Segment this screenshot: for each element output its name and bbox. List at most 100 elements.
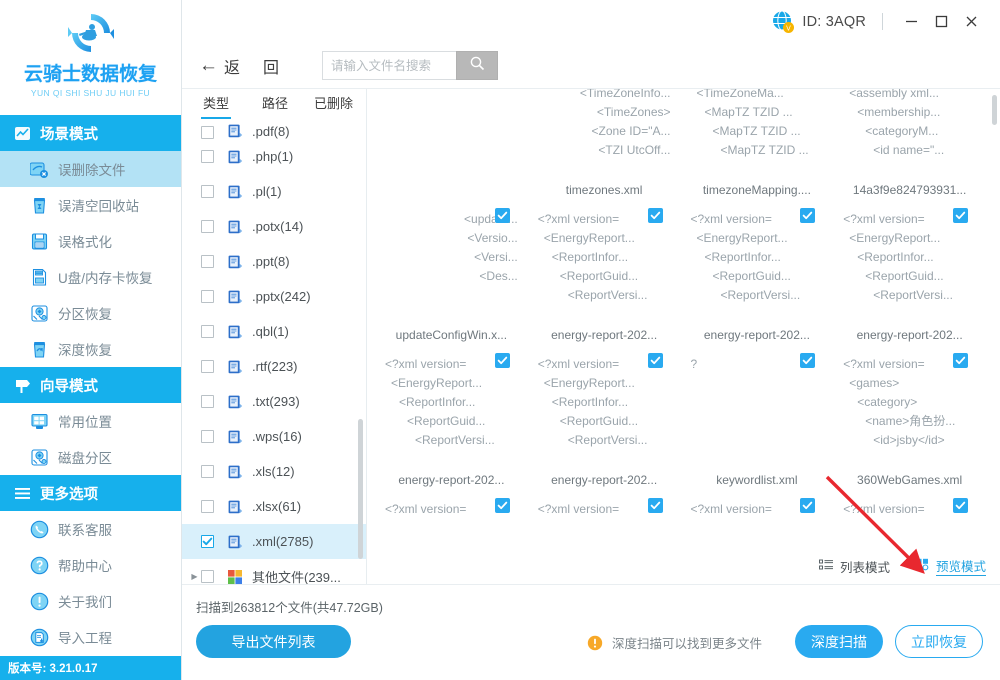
preview-card-checkbox[interactable] xyxy=(494,353,510,369)
preview-card-checkbox[interactable] xyxy=(953,498,968,514)
file-type-row[interactable]: .pdf(8) xyxy=(182,119,366,140)
file-type-tab-0[interactable]: 类型 xyxy=(200,93,232,120)
view-mode-preview[interactable]: 预览模式 xyxy=(916,556,986,576)
file-type-checkbox[interactable] xyxy=(201,126,214,140)
sidebar-group-header-1[interactable]: 向导模式 xyxy=(0,367,181,403)
preview-card-checkbox[interactable] xyxy=(800,353,816,369)
file-type-checkbox[interactable] xyxy=(201,150,214,164)
file-type-checkbox[interactable] xyxy=(201,255,214,269)
expand-arrow-icon[interactable]: ▶ xyxy=(188,572,201,581)
preview-card[interactable]: <?xml version= <EnergyReport... <ReportInf… xyxy=(528,201,681,346)
preview-card[interactable]: <?xml version=<TimeZoneMa...<MapTZ TZID … xyxy=(681,89,834,201)
file-type-row[interactable]: .pl(1) xyxy=(182,174,366,209)
preview-card-checkbox[interactable] xyxy=(800,498,816,514)
sidebar-item-0-4[interactable]: 分区恢复 xyxy=(0,295,181,331)
preview-card-checkbox[interactable] xyxy=(494,498,510,514)
toolbar: ← 返 回 xyxy=(182,43,1000,88)
preview-card[interactable]: 愁 xyxy=(375,89,528,201)
sidebar-item-0-2[interactable]: 误格式化 xyxy=(0,223,181,259)
preview-line: <MapTZ TZID ... xyxy=(704,105,793,120)
file-type-checkbox[interactable] xyxy=(201,430,214,444)
recover-now-button[interactable]: 立即恢复 xyxy=(895,625,983,658)
file-type-label: .potx(14) xyxy=(252,219,304,235)
file-type-checkbox[interactable] xyxy=(201,185,214,199)
sidebar-group-header-0[interactable]: 场景模式 xyxy=(0,115,181,151)
sidebar-item-2-3[interactable]: 导入工程 xyxy=(0,619,181,655)
preview-card[interactable]: <?xml version= xyxy=(528,491,681,584)
preview-card[interactable]: <update... <Versio... <Versi... <Des... upda… xyxy=(375,201,528,346)
file-type-row[interactable]: ▶ 其他文件(239... xyxy=(182,559,366,584)
file-type-checkbox[interactable] xyxy=(201,325,214,339)
preview-card[interactable]: <?xml version= <games> <category> <name>角色扮… xyxy=(833,346,986,491)
sidebar-item-2-1[interactable]: 帮助中心 xyxy=(0,547,181,583)
export-file-list-button[interactable]: 导出文件列表 xyxy=(196,625,351,658)
file-type-row[interactable]: .ppt(8) xyxy=(182,244,366,279)
file-type-tab-1[interactable]: 路径 xyxy=(262,93,288,119)
sidebar-item-2-0[interactable]: 联系客服 xyxy=(0,511,181,547)
file-type-row[interactable]: .rtf(223) xyxy=(182,349,366,384)
minimize-button[interactable] xyxy=(896,8,926,36)
sidebar-item-0-3[interactable]: U盘/内存卡恢复 xyxy=(0,259,181,295)
back-button[interactable]: ← 返 xyxy=(195,51,244,81)
preview-card[interactable]: <?xml version= <EnergyReport... <ReportInf… xyxy=(375,346,528,491)
preview-card-checkbox[interactable] xyxy=(647,498,663,514)
search-button[interactable] xyxy=(456,51,499,81)
maximize-button[interactable] xyxy=(926,8,956,36)
bottom-bar: 扫描到263812个文件(共47.72GB) 导出文件列表 深度扫描可以找到更多… xyxy=(182,584,1000,680)
preview-card[interactable]: <?xml version= <EnergyReport... <ReportInf… xyxy=(528,346,681,491)
sidebar-item-0-1[interactable]: 误清空回收站 xyxy=(0,187,181,223)
preview-card-content: <?xml version=<TimeZoneMa...<MapTZ TZID … xyxy=(691,89,824,183)
preview-line: <ReportInfor... xyxy=(551,250,629,265)
account-id-badge[interactable]: V ID: 3AQR xyxy=(770,9,866,34)
file-type-checkbox[interactable] xyxy=(201,395,214,409)
preview-line: <ReportGuid... xyxy=(712,269,791,284)
preview-card[interactable]: <?xml version=<TimeZoneInfo...<TimeZones… xyxy=(528,89,681,201)
preview-card-checkbox[interactable] xyxy=(953,208,968,224)
file-type-checkbox[interactable] xyxy=(201,290,214,304)
file-type-checkbox[interactable] xyxy=(201,220,214,234)
preview-card[interactable]: ? keywordlist.xml xyxy=(681,346,834,491)
file-type-checkbox[interactable] xyxy=(201,570,214,584)
file-type-row[interactable]: .potx(14) xyxy=(182,209,366,244)
file-type-row[interactable]: .txt(293) xyxy=(182,384,366,419)
preview-card[interactable]: <?xml version= <EnergyReport... <ReportInf… xyxy=(681,201,834,346)
preview-scrollbar-thumb[interactable] xyxy=(992,95,997,126)
sidebar-group-header-2[interactable]: 更多选项 xyxy=(0,475,181,511)
app-logo-icon xyxy=(65,8,117,58)
file-type-checkbox[interactable] xyxy=(201,465,214,479)
preview-card-checkbox[interactable] xyxy=(953,353,968,369)
close-button[interactable] xyxy=(956,8,986,36)
file-type-row[interactable]: .wps(16) xyxy=(182,419,366,454)
view-mode-list[interactable]: 列表模式 xyxy=(818,557,890,576)
preview-card[interactable]: <?xml version= xyxy=(375,491,528,584)
file-type-row[interactable]: .pptx(242) xyxy=(182,279,366,314)
preview-card-checkbox[interactable] xyxy=(647,353,663,369)
sidebar-item-0-0[interactable]: 误删除文件 xyxy=(0,151,181,187)
file-type-row[interactable]: .php(1) xyxy=(182,139,366,174)
sidebar-item-1-1[interactable]: 磁盘分区 xyxy=(0,439,181,475)
deep-scan-button[interactable]: 深度扫描 xyxy=(795,625,883,658)
sidebar-item-1-0[interactable]: 常用位置 xyxy=(0,403,181,439)
file-type-row[interactable]: .xml(2785) xyxy=(182,524,366,560)
file-type-row[interactable]: .xlsx(61) xyxy=(182,489,366,524)
preview-card-checkbox[interactable] xyxy=(647,208,663,224)
titlebar: V ID: 3AQR xyxy=(182,0,1000,43)
preview-card[interactable]: <?xml version= <EnergyReport... <ReportInf… xyxy=(833,201,986,346)
file-type-tab-2[interactable]: 已删除 xyxy=(314,93,353,119)
file-type-scrollbar-thumb[interactable] xyxy=(358,419,363,560)
preview-card[interactable]: <?xml version=<assembly xml...<membershi… xyxy=(833,89,986,201)
sidebar-item-2-2[interactable]: 关于我们 xyxy=(0,583,181,619)
preview-line: <categoryM... xyxy=(865,124,939,139)
back-button-label2[interactable]: 回 xyxy=(263,54,279,78)
preview-card-checkbox[interactable] xyxy=(494,208,510,224)
file-type-checkbox[interactable] xyxy=(201,500,214,514)
file-type-checkbox[interactable] xyxy=(201,360,214,374)
preview-card-checkbox[interactable] xyxy=(800,208,816,224)
file-type-tabs: 类型 路径 已删除 xyxy=(182,89,366,120)
file-type-row[interactable]: .xls(12) xyxy=(182,454,366,489)
file-type-row[interactable]: .qbl(1) xyxy=(182,314,366,349)
search-input[interactable] xyxy=(322,51,457,81)
file-type-checkbox[interactable] xyxy=(201,535,214,549)
sidebar-item-0-5[interactable]: 深度恢复 xyxy=(0,331,181,367)
sidebar-item-label: 磁盘分区 xyxy=(58,451,112,466)
